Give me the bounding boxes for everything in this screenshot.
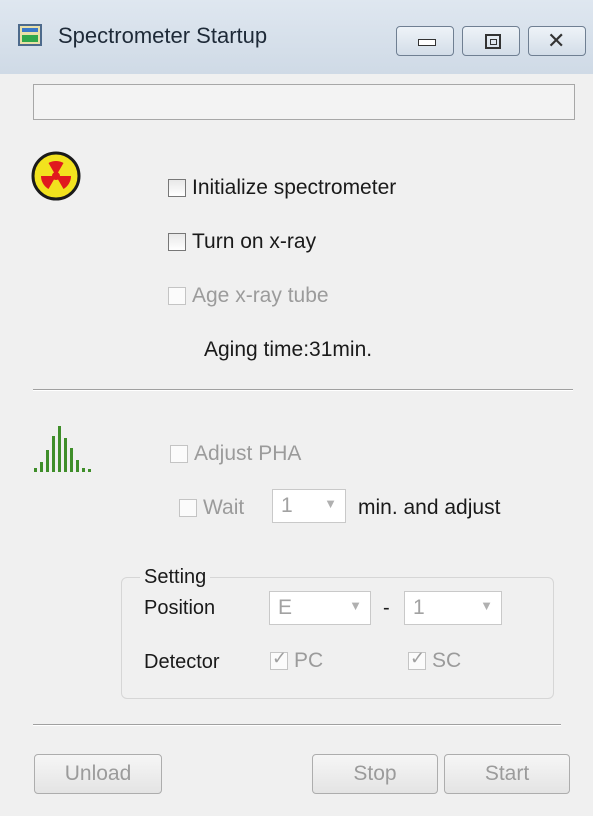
radiation-icon	[31, 151, 81, 201]
position-select-1[interactable]: E ▼	[269, 591, 371, 625]
aging-time-text: Aging time:31min.	[204, 338, 373, 361]
spectrum-bars-icon	[34, 426, 91, 472]
position-label: Position	[144, 597, 216, 619]
title-bar[interactable]: Spectrometer Startup ✕	[0, 0, 593, 74]
maximize-button[interactable]	[462, 26, 520, 56]
detector-label: Detector	[144, 651, 220, 673]
position-separator: -	[383, 597, 390, 619]
adjust-pha-checkbox[interactable]: Adjust PHA	[170, 442, 301, 466]
wait-minutes-value: 1	[281, 494, 293, 517]
position-value-1: E	[278, 596, 293, 619]
chevron-down-icon: ▼	[480, 598, 493, 613]
checkbox-box[interactable]	[270, 648, 288, 670]
position-value-2: 1	[413, 596, 425, 619]
wait-suffix-label: min. and adjust	[358, 496, 501, 519]
detector-sc-label: SC	[432, 649, 462, 672]
close-button[interactable]: ✕	[528, 26, 586, 56]
window-title: Spectrometer Startup	[58, 23, 268, 48]
wait-minutes-select[interactable]: 1 ▼	[272, 489, 346, 523]
detector-pc-checkbox[interactable]: PC	[270, 648, 324, 673]
minimize-button[interactable]	[396, 26, 454, 56]
checkbox-box[interactable]	[168, 287, 186, 305]
spectrum-bars	[34, 426, 91, 472]
unload-button[interactable]: Unload	[34, 754, 162, 794]
maximize-icon	[485, 34, 501, 49]
status-field	[33, 84, 575, 120]
close-icon: ✕	[547, 28, 566, 53]
setting-group-title: Setting	[140, 566, 211, 589]
chevron-down-icon: ▼	[349, 598, 362, 613]
position-select-2[interactable]: 1 ▼	[404, 591, 502, 625]
initialize-spectrometer-checkbox[interactable]: Initialize spectrometer	[168, 176, 396, 200]
checkbox-box[interactable]	[168, 179, 186, 197]
chevron-down-icon: ▼	[324, 496, 337, 511]
wait-label: Wait	[203, 496, 245, 519]
spectrometer-startup-window: Spectrometer Startup ✕ Initialize spectr…	[0, 0, 593, 816]
checkbox-box[interactable]	[179, 499, 197, 517]
turn-on-xray-label: Turn on x-ray	[192, 230, 317, 253]
detector-sc-checkbox[interactable]: SC	[408, 648, 462, 673]
checkbox-box[interactable]	[170, 445, 188, 463]
stop-button[interactable]: Stop	[312, 754, 438, 794]
detector-pc-label: PC	[294, 649, 324, 672]
minimize-icon	[418, 39, 436, 46]
wait-checkbox[interactable]: Wait	[179, 496, 244, 520]
turn-on-xray-checkbox[interactable]: Turn on x-ray	[168, 230, 316, 254]
separator	[33, 724, 561, 726]
checkbox-box[interactable]	[168, 233, 186, 251]
initialize-spectrometer-label: Initialize spectrometer	[192, 176, 397, 199]
app-icon	[18, 24, 42, 46]
start-button[interactable]: Start	[444, 754, 570, 794]
checkbox-box[interactable]	[408, 648, 426, 670]
adjust-pha-label: Adjust PHA	[194, 442, 302, 465]
separator	[33, 389, 573, 391]
age-xray-tube-label: Age x-ray tube	[192, 284, 329, 307]
age-xray-tube-checkbox[interactable]: Age x-ray tube	[168, 284, 329, 308]
